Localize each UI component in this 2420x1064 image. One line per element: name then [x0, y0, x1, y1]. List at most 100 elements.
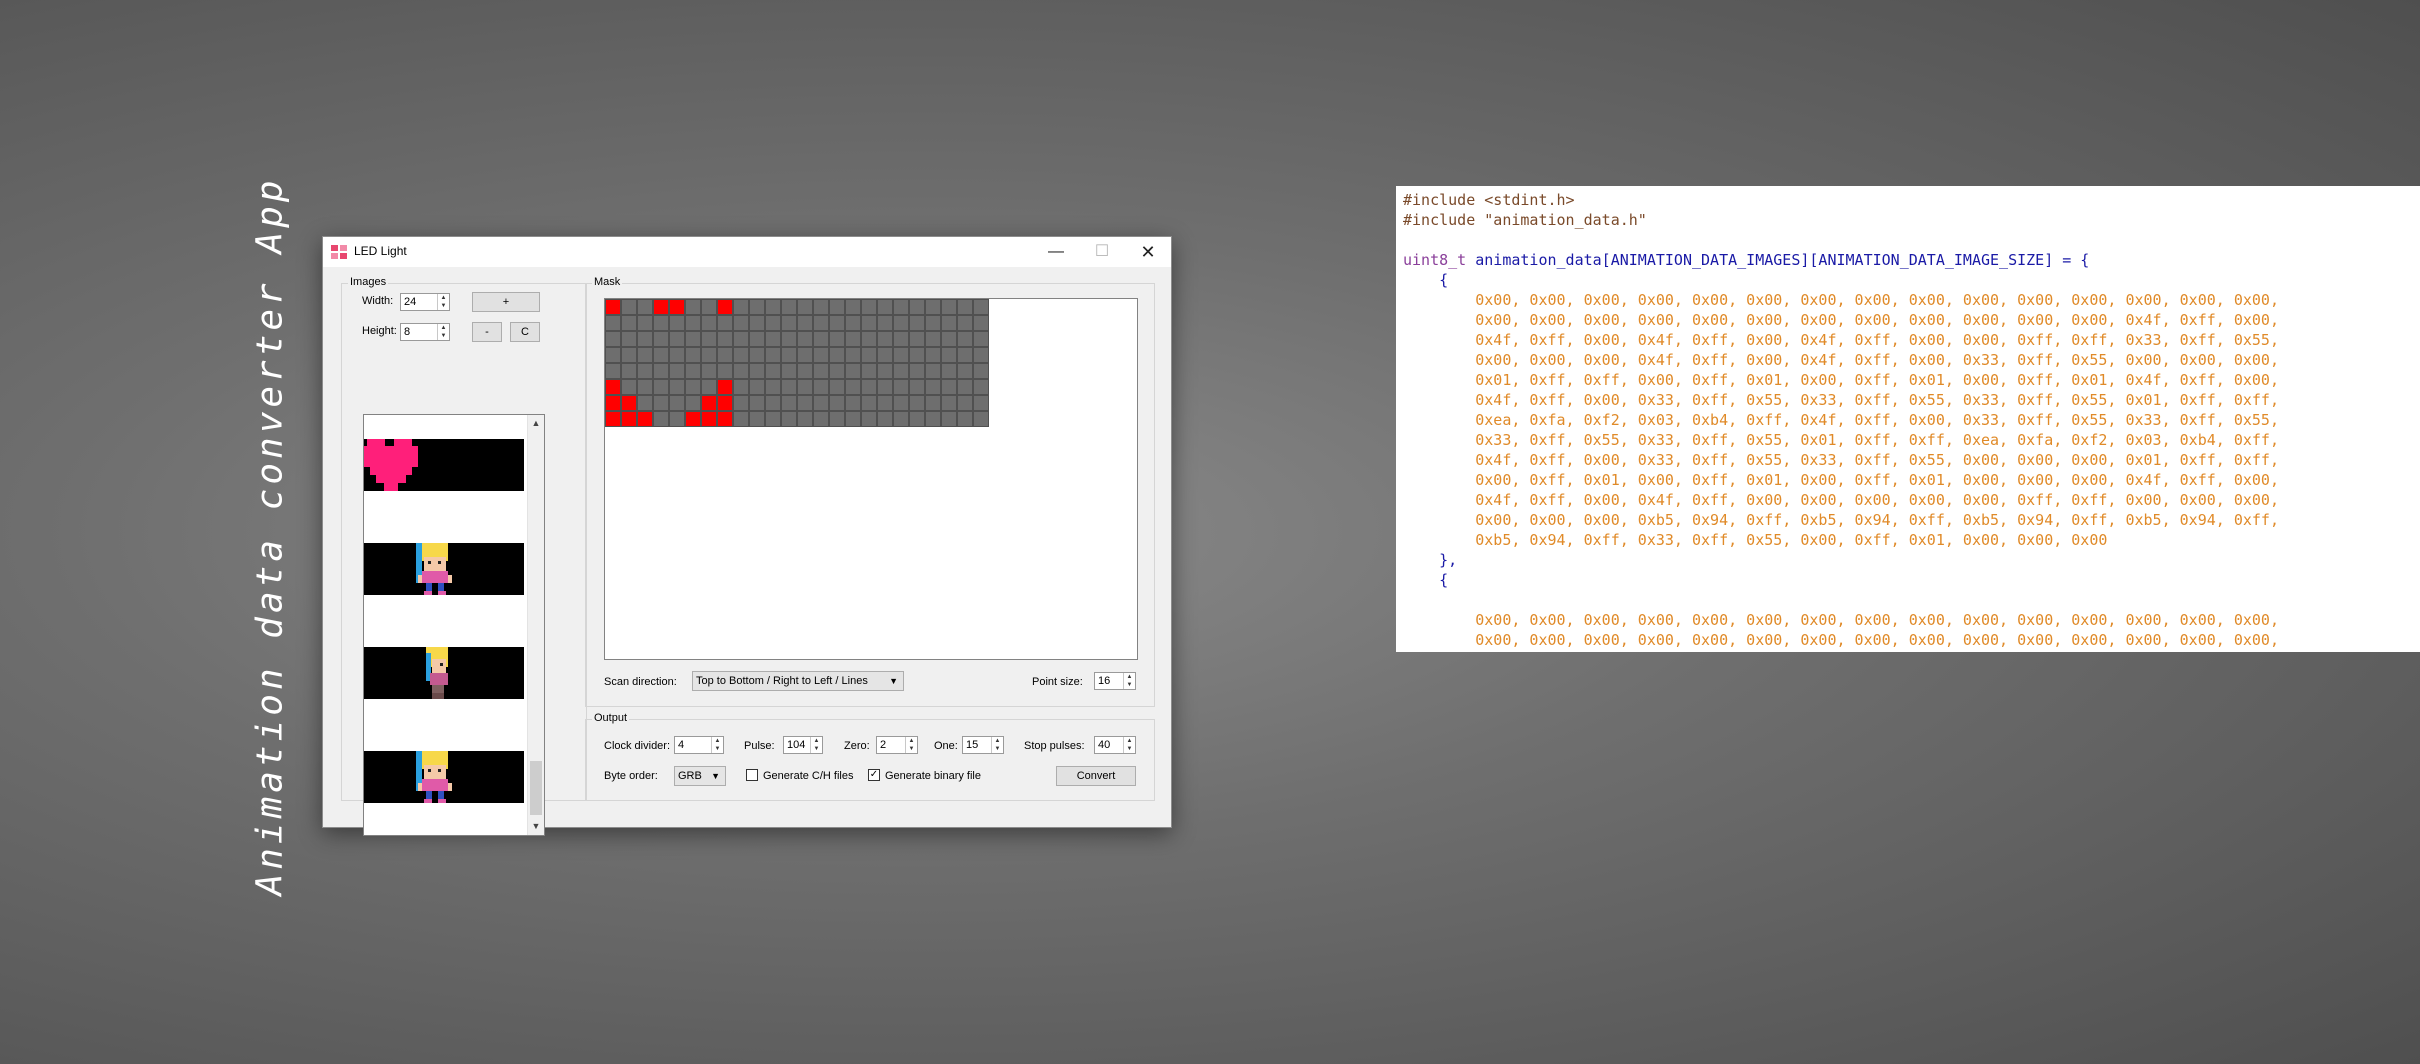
led-cell[interactable]	[637, 299, 653, 315]
stop-pulses-spinbox[interactable]: 40 ▲ ▼	[1094, 736, 1136, 754]
led-cell[interactable]	[893, 411, 909, 427]
led-cell[interactable]	[845, 299, 861, 315]
width-spinbox[interactable]: 24 ▲ ▼	[400, 293, 450, 311]
led-cell[interactable]	[669, 411, 685, 427]
generate-ch-checkbox[interactable]	[746, 769, 758, 781]
generate-binary-checkbox[interactable]: ✓	[868, 769, 880, 781]
led-cell[interactable]	[733, 331, 749, 347]
led-cell[interactable]	[893, 331, 909, 347]
led-cell[interactable]	[717, 379, 733, 395]
led-cell[interactable]	[925, 347, 941, 363]
led-cell[interactable]	[925, 411, 941, 427]
led-cell[interactable]	[893, 315, 909, 331]
led-cell[interactable]	[829, 331, 845, 347]
led-cell[interactable]	[733, 379, 749, 395]
led-mask-grid[interactable]	[605, 299, 989, 427]
led-cell[interactable]	[685, 331, 701, 347]
led-cell[interactable]	[701, 379, 717, 395]
led-cell[interactable]	[781, 315, 797, 331]
add-image-button[interactable]: +	[472, 292, 540, 312]
led-cell[interactable]	[605, 315, 621, 331]
led-cell[interactable]	[861, 347, 877, 363]
led-cell[interactable]	[637, 363, 653, 379]
led-cell[interactable]	[781, 379, 797, 395]
led-cell[interactable]	[749, 363, 765, 379]
led-cell[interactable]	[909, 331, 925, 347]
led-cell[interactable]	[893, 379, 909, 395]
led-cell[interactable]	[877, 411, 893, 427]
led-cell[interactable]	[845, 411, 861, 427]
led-cell[interactable]	[877, 315, 893, 331]
led-cell[interactable]	[605, 363, 621, 379]
led-cell[interactable]	[765, 331, 781, 347]
led-cell[interactable]	[621, 363, 637, 379]
led-cell[interactable]	[909, 379, 925, 395]
led-cell[interactable]	[749, 379, 765, 395]
led-cell[interactable]	[973, 347, 989, 363]
led-cell[interactable]	[701, 299, 717, 315]
clock-divider-spin-arrows-icon[interactable]: ▲ ▼	[711, 737, 723, 753]
led-cell[interactable]	[797, 347, 813, 363]
led-cell[interactable]	[925, 379, 941, 395]
led-cell[interactable]	[813, 347, 829, 363]
led-cell[interactable]	[893, 347, 909, 363]
led-cell[interactable]	[701, 331, 717, 347]
led-cell[interactable]	[733, 299, 749, 315]
led-cell[interactable]	[797, 379, 813, 395]
led-cell[interactable]	[877, 379, 893, 395]
led-cell[interactable]	[605, 331, 621, 347]
led-cell[interactable]	[733, 347, 749, 363]
led-cell[interactable]	[861, 363, 877, 379]
led-cell[interactable]	[781, 347, 797, 363]
led-cell[interactable]	[637, 411, 653, 427]
led-cell[interactable]	[621, 395, 637, 411]
led-cell[interactable]	[653, 411, 669, 427]
led-cell[interactable]	[669, 331, 685, 347]
height-spin-arrows-icon[interactable]: ▲ ▼	[437, 324, 449, 340]
close-button[interactable]: ✕	[1125, 237, 1171, 267]
led-cell[interactable]	[973, 411, 989, 427]
led-cell[interactable]	[861, 315, 877, 331]
led-cell[interactable]	[925, 299, 941, 315]
thumbnail-girl-3[interactable]	[364, 751, 524, 803]
led-cell[interactable]	[877, 347, 893, 363]
led-cell[interactable]	[781, 363, 797, 379]
led-cell[interactable]	[797, 363, 813, 379]
thumbnail-girl-2[interactable]	[364, 647, 524, 699]
led-cell[interactable]	[669, 379, 685, 395]
led-cell[interactable]	[701, 363, 717, 379]
led-cell[interactable]	[765, 379, 781, 395]
scan-direction-select[interactable]: Top to Bottom / Right to Left / Lines ▼	[692, 671, 904, 691]
led-cell[interactable]	[717, 411, 733, 427]
led-cell[interactable]	[605, 379, 621, 395]
thumbnail-heart[interactable]	[364, 439, 524, 491]
led-cell[interactable]	[749, 395, 765, 411]
image-list[interactable]: ▲ ▼	[363, 414, 545, 836]
led-cell[interactable]	[733, 315, 749, 331]
led-cell[interactable]	[781, 395, 797, 411]
led-cell[interactable]	[621, 379, 637, 395]
led-cell[interactable]	[669, 347, 685, 363]
led-cell[interactable]	[797, 331, 813, 347]
led-cell[interactable]	[845, 379, 861, 395]
byte-order-select[interactable]: GRB ▼	[674, 766, 726, 786]
led-cell[interactable]	[973, 315, 989, 331]
led-cell[interactable]	[845, 363, 861, 379]
led-cell[interactable]	[813, 299, 829, 315]
led-cell[interactable]	[685, 299, 701, 315]
led-cell[interactable]	[813, 411, 829, 427]
led-cell[interactable]	[893, 299, 909, 315]
led-cell[interactable]	[877, 331, 893, 347]
led-cell[interactable]	[621, 331, 637, 347]
led-cell[interactable]	[797, 395, 813, 411]
led-cell[interactable]	[957, 363, 973, 379]
height-spinbox[interactable]: 8 ▲ ▼	[400, 323, 450, 341]
led-cell[interactable]	[813, 315, 829, 331]
led-cell[interactable]	[829, 411, 845, 427]
led-cell[interactable]	[685, 379, 701, 395]
led-cell[interactable]	[749, 315, 765, 331]
led-cell[interactable]	[701, 395, 717, 411]
led-cell[interactable]	[813, 331, 829, 347]
led-cell[interactable]	[653, 395, 669, 411]
led-cell[interactable]	[957, 315, 973, 331]
